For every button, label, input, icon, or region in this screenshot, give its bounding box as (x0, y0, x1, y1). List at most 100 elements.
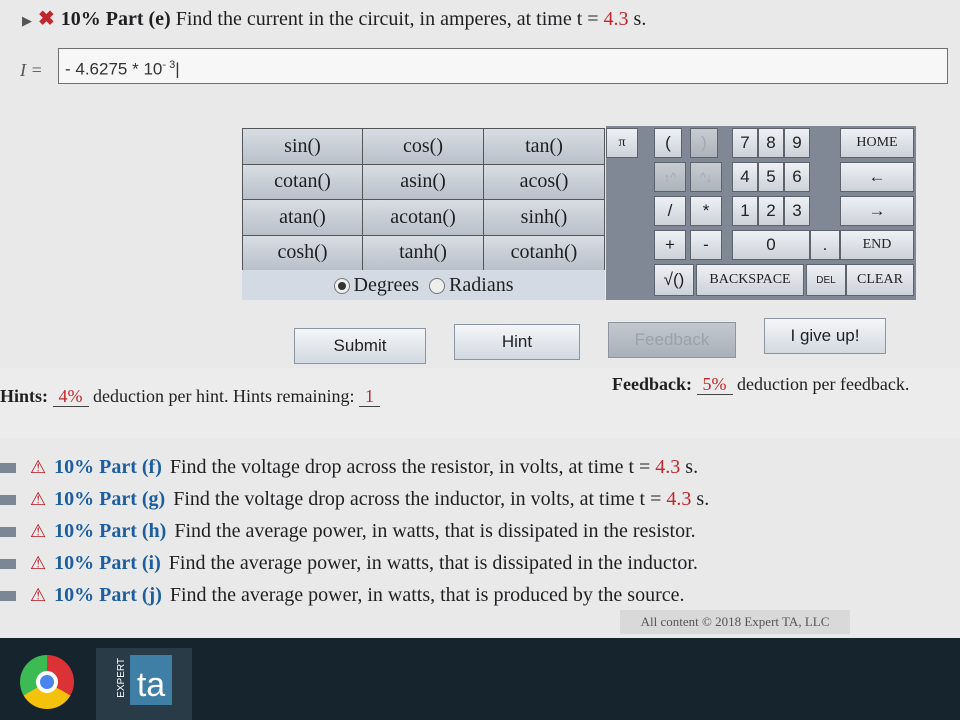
right-paren-key[interactable]: ) (690, 128, 718, 158)
part-h-row[interactable]: ⚠ 10% Part (h) Find the average power, in … (0, 520, 696, 550)
tanh-button[interactable]: tanh() (363, 235, 484, 271)
left-arrow-key[interactable]: ← (840, 162, 914, 192)
time-unit: s. (696, 488, 710, 510)
hints-label: Hints: (0, 386, 49, 406)
part-text: Find the voltage drop across the inducto… (173, 488, 662, 510)
warning-icon: ⚠ (30, 585, 47, 605)
answer-label: I = (20, 60, 43, 80)
part-expand-icon[interactable] (0, 527, 16, 538)
hints-deduction: 4% (52, 386, 89, 407)
divide-key[interactable]: / (654, 196, 686, 226)
feedback-button[interactable]: Feedback (608, 322, 736, 358)
expand-triangle-icon[interactable]: ▶ (22, 13, 32, 28)
hint-button[interactable]: Hint (454, 324, 580, 360)
key-7[interactable]: 7 (732, 128, 758, 158)
time-unit: s. (633, 8, 647, 30)
backspace-key[interactable]: BACKSPACE (696, 264, 804, 296)
cos-button[interactable]: cos() (363, 129, 484, 165)
feedback-suffix: deduction per feedback. (737, 374, 910, 394)
part-text: Find the average power, in watts, that i… (174, 520, 696, 542)
cosh-button[interactable]: cosh() (243, 235, 363, 271)
part-f-row[interactable]: ⚠ 10% Part (f) Find the voltage drop acros… (0, 456, 698, 486)
sinh-button[interactable]: sinh() (484, 200, 605, 236)
clear-key[interactable]: CLEAR (846, 264, 914, 296)
part-text: Find the average power, in watts, that i… (168, 552, 698, 574)
right-arrow-key[interactable]: → (840, 196, 914, 226)
decimal-key[interactable]: . (810, 230, 840, 260)
key-1[interactable]: 1 (732, 196, 758, 226)
key-6[interactable]: 6 (784, 162, 810, 192)
part-text: Find the voltage drop across the resisto… (169, 456, 651, 478)
key-3[interactable]: 3 (784, 196, 810, 226)
keypad: π ( ) 7 8 9 HOME ↑^ ^↓ 4 5 6 ← / * 1 2 3… (606, 126, 916, 300)
incorrect-x-icon: ✖ (38, 8, 55, 30)
key-8[interactable]: 8 (758, 128, 784, 158)
degrees-label: Degrees (353, 273, 420, 296)
key-2[interactable]: 2 (758, 196, 784, 226)
home-key[interactable]: HOME (840, 128, 914, 158)
atan-button[interactable]: atan() (243, 200, 363, 236)
asin-button[interactable]: asin() (363, 164, 484, 200)
degrees-option[interactable]: Degrees (333, 273, 420, 297)
feedback-info: Feedback: 5% deduction per feedback. (612, 374, 909, 395)
answer-input[interactable]: - 4.6275 * 10- 3| (58, 48, 948, 84)
angle-mode-row: Degrees Radians (242, 270, 605, 300)
part-percent: 10% Part (e) (60, 8, 171, 30)
part-j-row[interactable]: ⚠ 10% Part (j) Find the average power, in … (0, 584, 684, 614)
cotan-button[interactable]: cotan() (243, 164, 363, 200)
key-9[interactable]: 9 (784, 128, 810, 158)
answer-exponent: - 3 (162, 59, 176, 71)
give-up-button[interactable]: I give up! (764, 318, 886, 354)
part-percent: 10% Part (h) (54, 520, 167, 542)
part-expand-icon[interactable] (0, 463, 16, 474)
key-0[interactable]: 0 (732, 230, 810, 260)
down-arrow-key[interactable]: ^↓ (690, 162, 722, 192)
time-value: 4.3 (666, 488, 692, 510)
part-question: Find the current in the circuit, in ampe… (175, 8, 599, 30)
feedback-label: Feedback: (612, 374, 692, 394)
warning-icon: ⚠ (30, 521, 47, 541)
radians-radio[interactable] (429, 277, 446, 294)
part-i-row[interactable]: ⚠ 10% Part (i) Find the average power, in … (0, 552, 698, 582)
time-value: 4.3 (655, 456, 681, 478)
part-percent: 10% Part (g) (54, 488, 166, 510)
pi-key[interactable]: π (606, 128, 638, 158)
sqrt-key[interactable]: √() (654, 264, 694, 296)
part-expand-icon[interactable] (0, 591, 16, 602)
left-paren-key[interactable]: ( (654, 128, 682, 158)
part-text: Find the average power, in watts, that i… (169, 584, 685, 606)
text-cursor: | (175, 59, 180, 79)
tan-button[interactable]: tan() (484, 129, 605, 165)
part-expand-icon[interactable] (0, 559, 16, 570)
key-4[interactable]: 4 (732, 162, 758, 192)
expert-ta-side-text: EXPERT (116, 658, 127, 698)
delete-key[interactable]: DEL (806, 264, 846, 296)
degrees-radio[interactable] (333, 277, 350, 294)
time-value: 4.3 (603, 8, 629, 30)
part-expand-icon[interactable] (0, 495, 16, 506)
submit-button[interactable]: Submit (294, 328, 426, 364)
copyright-footer: All content © 2018 Expert TA, LLC (620, 610, 850, 634)
acotan-button[interactable]: acotan() (363, 200, 484, 236)
sin-button[interactable]: sin() (243, 129, 363, 165)
expert-ta-logo-icon: ta (130, 655, 172, 705)
end-key[interactable]: END (840, 230, 914, 260)
hints-suffix: deduction per hint. Hints remaining: (93, 386, 355, 406)
minus-key[interactable]: - (690, 230, 722, 260)
radians-option[interactable]: Radians (429, 274, 513, 297)
warning-icon: ⚠ (30, 489, 47, 509)
cotanh-button[interactable]: cotanh() (484, 235, 605, 271)
part-g-row[interactable]: ⚠ 10% Part (g) Find the voltage drop acros… (0, 488, 709, 518)
key-5[interactable]: 5 (758, 162, 784, 192)
function-grid: sin() cos() tan() cotan() asin() acos() … (242, 128, 605, 271)
multiply-key[interactable]: * (690, 196, 722, 226)
hints-info: Hints: 4% deduction per hint. Hints rema… (0, 386, 380, 407)
feedback-deduction: 5% (696, 374, 733, 395)
part-header: ▶ ✖ 10% Part (e) Find the current in the c… (22, 6, 646, 31)
acos-button[interactable]: acos() (484, 164, 605, 200)
up-arrow-key[interactable]: ↑^ (654, 162, 686, 192)
part-percent: 10% Part (i) (54, 552, 161, 574)
chrome-icon[interactable] (20, 655, 74, 709)
plus-key[interactable]: + (654, 230, 686, 260)
warning-icon: ⚠ (30, 553, 47, 573)
